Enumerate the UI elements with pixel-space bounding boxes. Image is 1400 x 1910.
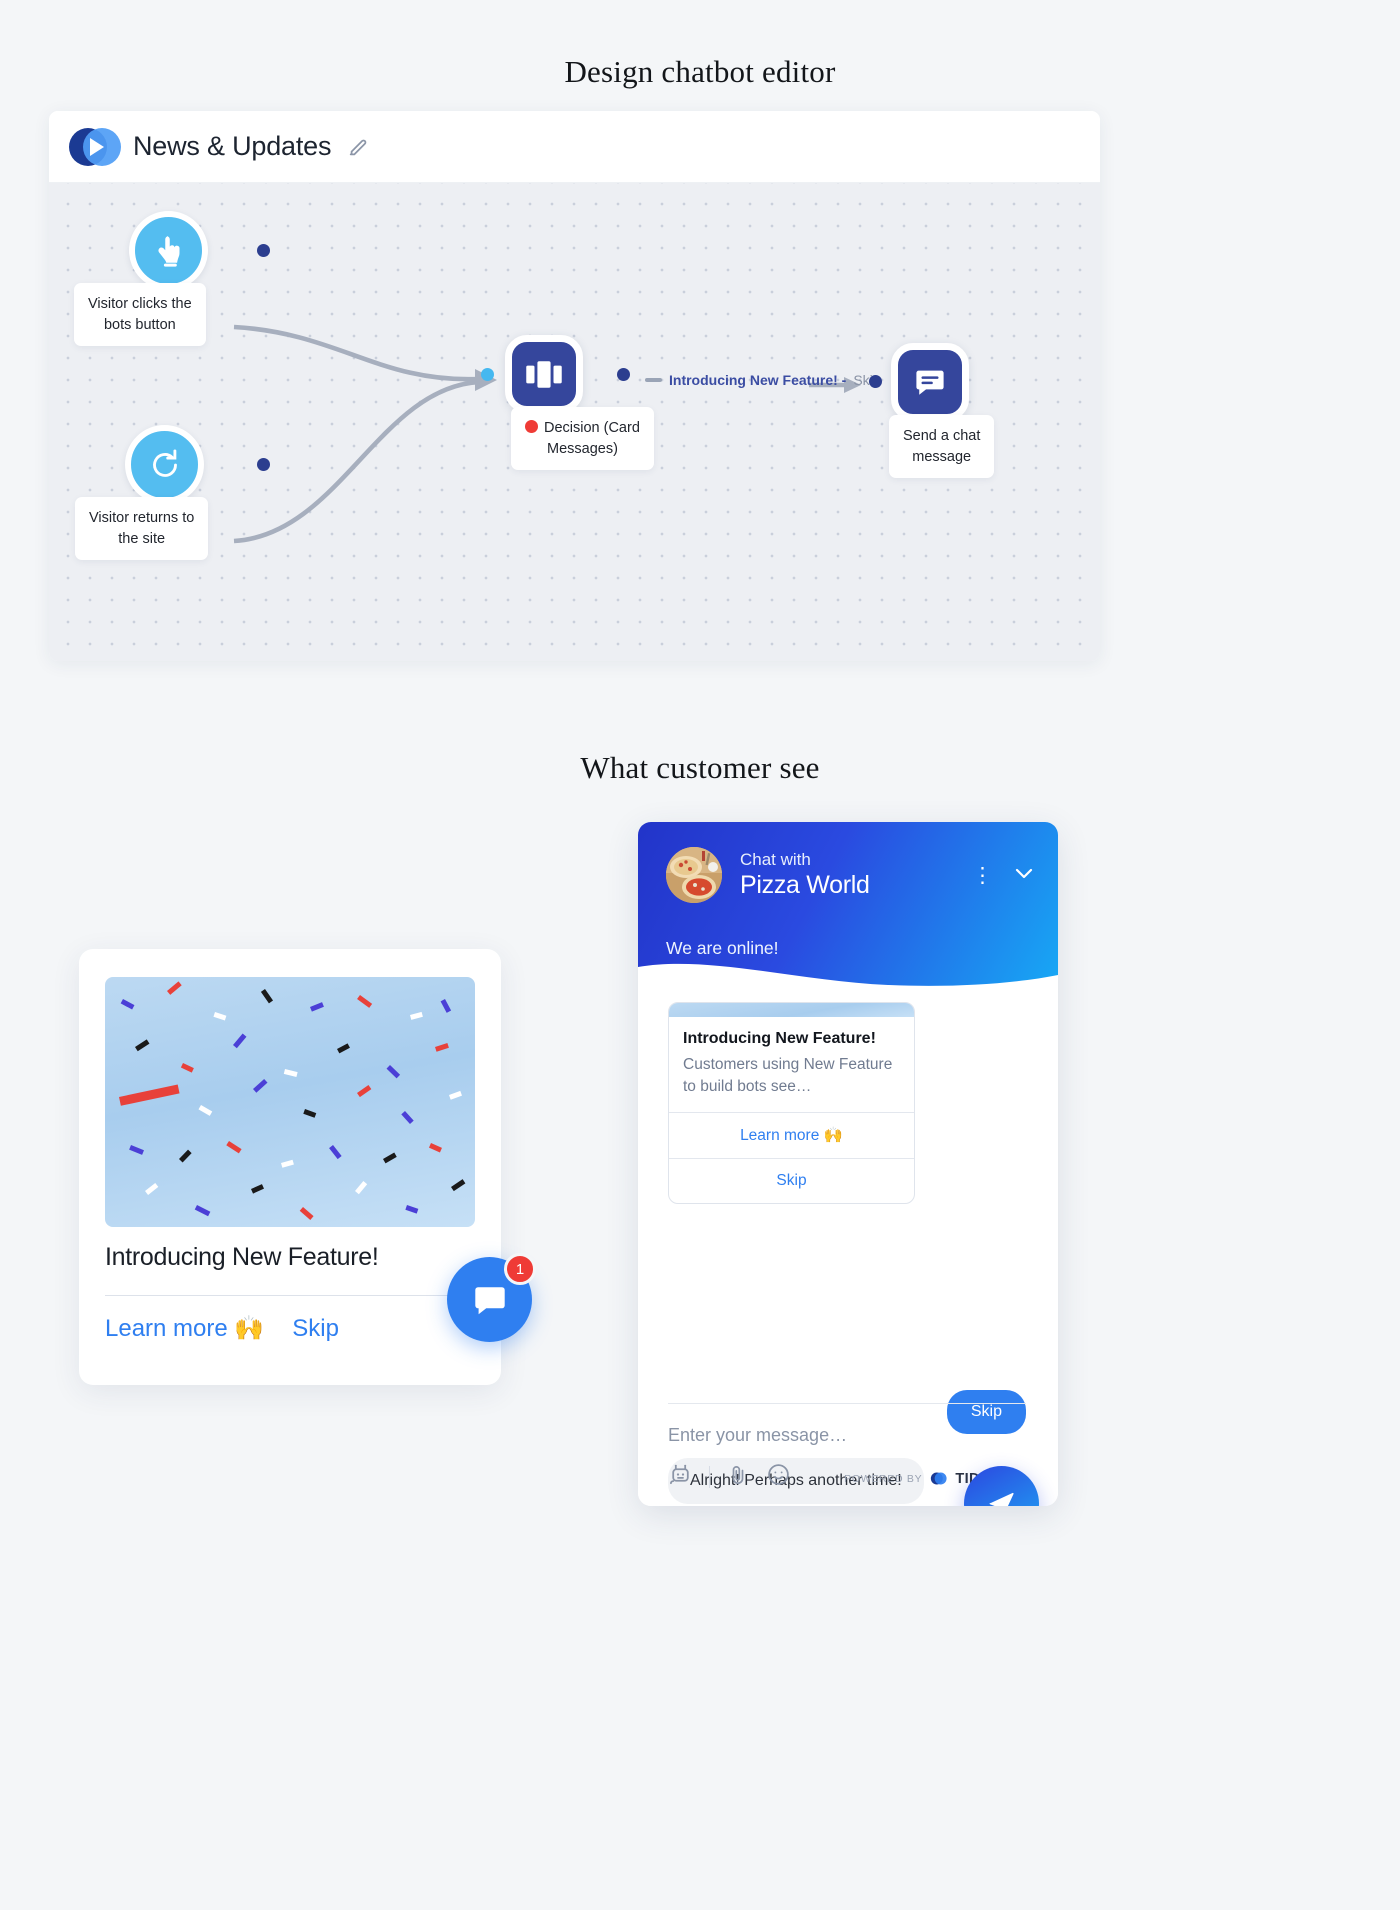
chat-bubble-icon — [474, 1286, 505, 1314]
card-message-image — [669, 1003, 914, 1017]
pencil-icon[interactable] — [347, 136, 369, 158]
flow-node-label: Visitor returns to the site — [75, 497, 209, 561]
edge-dash-icon — [645, 378, 662, 382]
node-output-port[interactable] — [257, 244, 270, 257]
divider — [709, 1466, 710, 1488]
flow-node-visitor-clicks[interactable]: Visitor clicks the bots button — [74, 211, 270, 347]
page-title-customer-view: What customer see — [580, 750, 820, 785]
card-skip-link[interactable]: Skip — [292, 1315, 339, 1343]
divider — [105, 1295, 475, 1296]
card-preview-title: Introducing New Feature! — [105, 1243, 379, 1271]
card-preview-actions: Learn more 🙌 Skip — [105, 1314, 339, 1343]
pizza-avatar — [666, 847, 722, 903]
card-learn-more-link[interactable]: Learn more 🙌 — [105, 1314, 264, 1343]
chat-launcher-button[interactable]: 1 — [447, 1253, 536, 1342]
chat-card-message: Introducing New Feature! Customers using… — [668, 1002, 915, 1204]
online-status-text: We are online! — [666, 938, 779, 958]
refresh-arrow-icon — [125, 425, 204, 504]
card-carousel-icon — [505, 335, 583, 413]
chevron-down-icon[interactable] — [1012, 861, 1036, 889]
smiley-icon[interactable] — [766, 1462, 791, 1492]
visitor-message-bubble: Skip — [946, 1390, 1026, 1434]
status-dot-icon — [525, 420, 538, 433]
chat-card-title: Introducing New Feature! — [683, 1030, 876, 1047]
message-input[interactable]: Enter your message… — [668, 1425, 847, 1446]
confetti-graphic — [119, 981, 466, 1220]
flow-node-label: Send a chat message — [889, 415, 995, 479]
unread-badge: 1 — [504, 1253, 536, 1285]
powered-by-label: POWERED BY — [844, 1472, 923, 1485]
flow-canvas[interactable]: Visitor clicks the bots button Visitor r… — [49, 183, 1100, 661]
paperclip-icon[interactable] — [726, 1463, 750, 1492]
page-title-editor: Design chatbot editor — [564, 54, 836, 89]
bot-face-icon[interactable] — [668, 1462, 693, 1492]
tidio-logo-icon — [931, 1472, 947, 1485]
flow-node-visitor-returns[interactable]: Visitor returns to the site — [75, 425, 270, 561]
flow-node-label: Visitor clicks the bots button — [74, 283, 206, 347]
chat-message-icon — [891, 343, 969, 421]
node-input-port[interactable] — [481, 368, 494, 381]
editor-flow-title: News & Updates — [133, 131, 332, 161]
kebab-menu-icon[interactable]: ⋮ — [972, 865, 994, 886]
flow-node-decision-card-messages[interactable]: Decision (Card Messages) — [481, 335, 654, 471]
header-wave-shape — [638, 963, 1058, 993]
chat-input-toolbar — [668, 1462, 791, 1492]
chat-card-skip-button[interactable]: Skip — [669, 1158, 914, 1203]
avatar — [666, 847, 722, 903]
chat-card-learn-more-button[interactable]: Learn more 🙌 — [669, 1112, 914, 1158]
chat-widget: Chat with Pizza World ⋮ We are online! I… — [638, 822, 1058, 1506]
card-message-preview: Introducing New Feature! Learn more 🙌 Sk… — [79, 949, 501, 1385]
editor-toolbar: News & Updates — [49, 111, 1100, 183]
tidio-bot-logo-icon — [69, 126, 125, 168]
chat-brand-name: Pizza World — [740, 871, 870, 899]
flow-node-send-chat-message[interactable]: Send a chat message — [869, 343, 995, 479]
chat-card-description: Customers using New Feature to build bot… — [683, 1056, 893, 1095]
node-input-port[interactable] — [869, 375, 882, 388]
flow-node-label: Decision (Card Messages) — [511, 407, 654, 471]
chatbot-editor-window: News & Updates Visitor clicks the bots b… — [49, 111, 1100, 661]
chat-widget-header: Chat with Pizza World ⋮ We are online! — [638, 822, 1058, 993]
chat-with-label: Chat with — [740, 849, 811, 869]
edge-label-introducing-new-feature[interactable]: Introducing New Feature! - Skip — [645, 372, 881, 388]
chat-message-list[interactable]: Introducing New Feature! Customers using… — [638, 992, 1058, 1506]
confetti-image — [105, 977, 475, 1227]
node-output-port[interactable] — [257, 458, 270, 471]
send-paper-plane-icon — [989, 1492, 1014, 1506]
node-output-port[interactable] — [617, 368, 630, 381]
divider — [668, 1403, 1026, 1404]
tap-finger-icon — [129, 211, 208, 290]
